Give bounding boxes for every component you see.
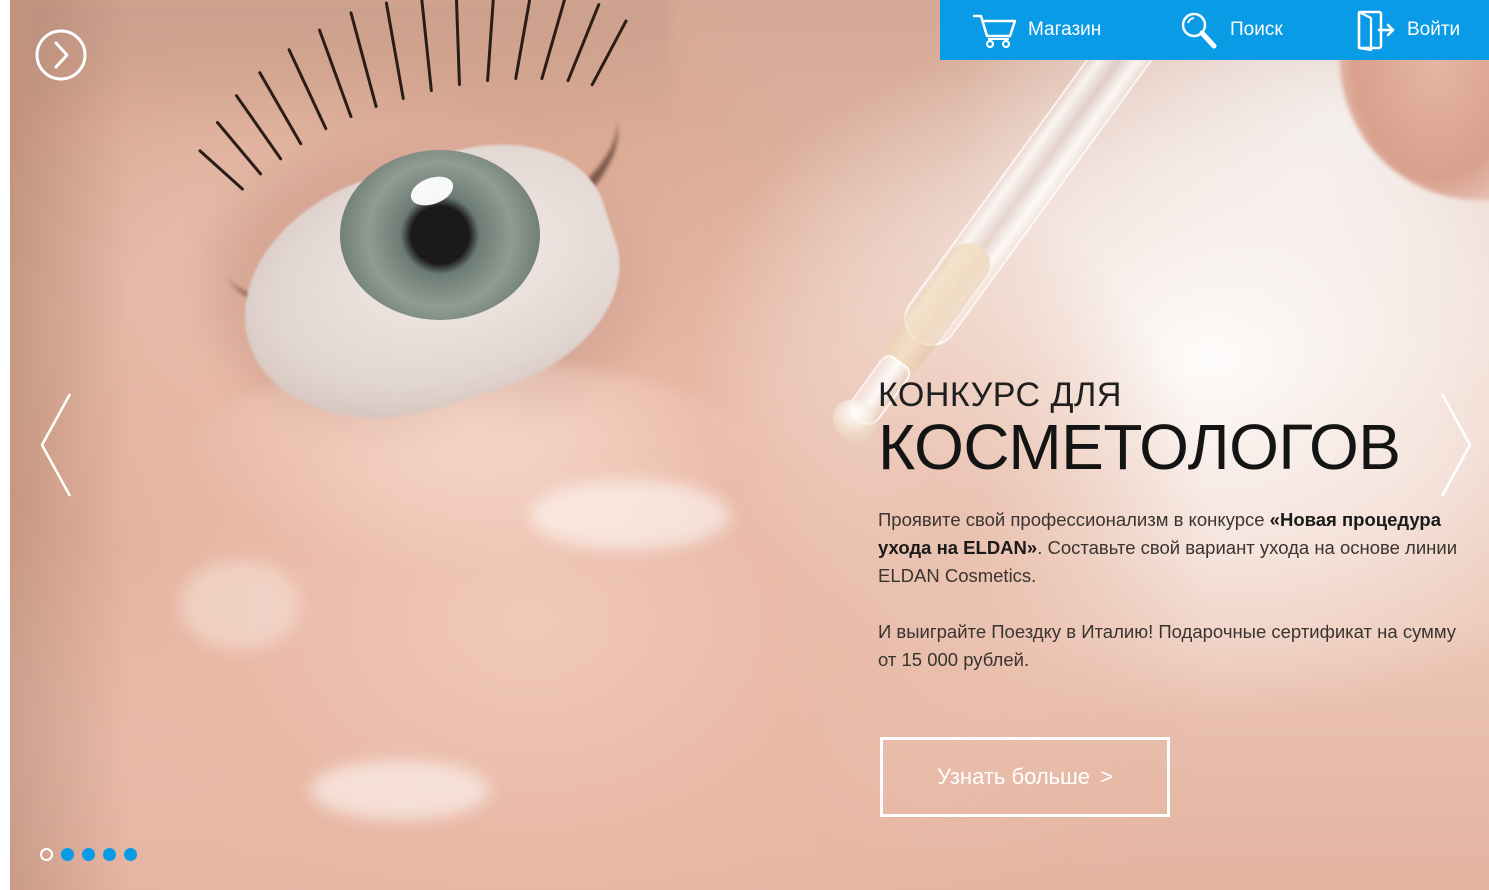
nav-login-link[interactable]: Войти <box>1355 0 1460 60</box>
slider-dot[interactable] <box>82 848 95 861</box>
learn-more-button[interactable]: Узнать больше > <box>880 737 1170 817</box>
left-margin <box>0 0 10 890</box>
chevron-left-icon <box>40 393 72 497</box>
promo-pretitle: КОНКУРС ДЛЯ <box>878 376 1122 414</box>
login-door-icon <box>1355 8 1397 52</box>
slider-dot[interactable] <box>124 848 137 861</box>
nav-search-label: Поиск <box>1230 19 1283 40</box>
promo-paragraph-2: И выиграйте Поездку в Италию! Подарочные… <box>878 621 1457 670</box>
chevron-right-icon: > <box>1100 764 1113 789</box>
learn-more-label: Узнать больше <box>937 764 1091 789</box>
search-icon <box>1178 9 1220 51</box>
slider-dot[interactable] <box>61 848 74 861</box>
top-navigation: Магазин Поиск Войти <box>940 0 1489 60</box>
slider-dot[interactable] <box>103 848 116 861</box>
slider-dot[interactable] <box>40 848 53 861</box>
promo-title: КОСМЕТОЛОГОВ <box>878 411 1401 483</box>
skin-shine <box>180 560 300 650</box>
promo-paragraph-1: Проявите свой профессионализм в конкурсе… <box>878 506 1468 590</box>
promo-block: КОНКУРС ДЛЯ КОСМЕТОЛОГОВ Проявите свой п… <box>878 376 1468 702</box>
chevron-right-circle-icon <box>35 29 87 81</box>
nav-shop-link[interactable]: Магазин <box>972 0 1101 60</box>
skin-shine <box>530 480 730 550</box>
menu-toggle-button[interactable] <box>34 28 88 82</box>
nav-search-link[interactable]: Поиск <box>1178 0 1283 60</box>
promo-text-start: Проявите свой профессионализм в конкурсе <box>878 509 1270 530</box>
cart-icon <box>972 10 1018 50</box>
skin-shine <box>310 760 490 820</box>
nav-login-label: Войти <box>1407 19 1461 40</box>
nav-shop-label: Магазин <box>1028 19 1102 40</box>
slider-prev-button[interactable] <box>36 390 76 500</box>
promo-description: Проявите свой профессионализм в конкурсе… <box>878 506 1468 674</box>
page: Магазин Поиск Войти КОНКУРС ДЛЯ КОСМЕТОЛ… <box>0 0 1489 890</box>
eyelash <box>197 148 245 192</box>
slider-pagination <box>40 848 137 861</box>
